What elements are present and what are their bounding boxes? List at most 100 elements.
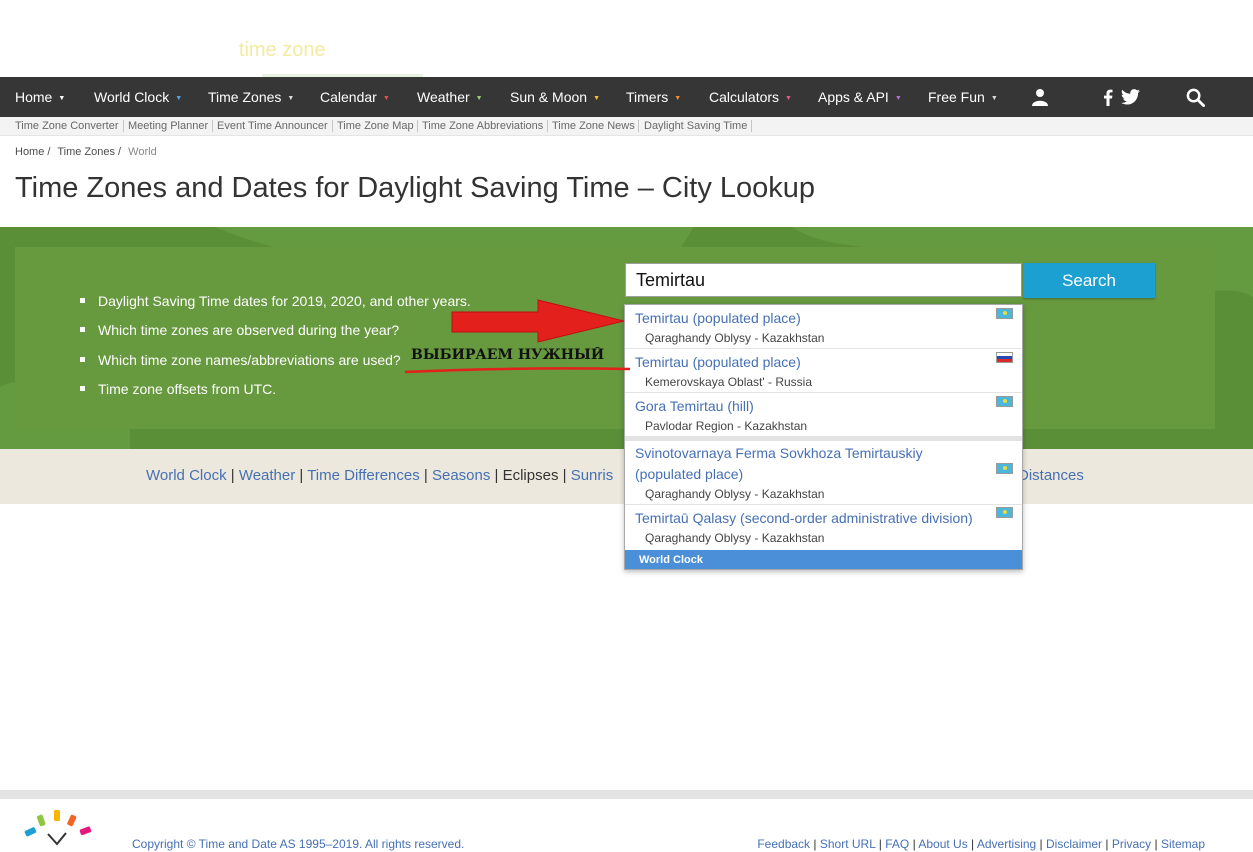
footer-link-privacy[interactable]: Privacy [1112,837,1151,851]
caret-down-icon: ▼ [785,95,792,102]
kazakhstan-flag-icon [996,308,1013,319]
footer-link-short-url[interactable]: Short URL [820,837,876,851]
search-button[interactable]: Search [1023,263,1155,298]
annotation-label: ВЫБИРАЕМ НУЖНЫЙ [411,347,605,363]
nav-world-clock[interactable]: World Clock ▼ [94,77,182,117]
footer-link-feedback[interactable]: Feedback [757,837,810,851]
breadcrumb: Home / Time Zones / World [15,146,161,158]
result-name: Temirtau (populated place) [635,310,801,326]
link-world-clock[interactable]: World Clock [146,467,227,484]
list-item: Time zone offsets from UTC. [80,381,276,397]
list-item: Which time zones are observed during the… [80,322,399,338]
breadcrumb-time-zones[interactable]: Time Zones / [57,146,121,158]
list-item-text: Which time zones are observed during the… [98,322,400,338]
search-icon[interactable] [1184,77,1206,117]
kazakhstan-flag-icon [996,396,1013,407]
caret-down-icon: ▼ [894,95,902,102]
caret-down-icon: ▼ [674,95,682,102]
nav-label: World Clock [94,89,170,105]
caret-down-icon: ▼ [58,95,66,102]
footer-divider [0,790,1253,799]
subnav-time-zone-map[interactable]: Time Zone Map [337,120,414,132]
link-weather[interactable]: Weather [239,467,295,484]
nav-calendar[interactable]: Calendar ▼ [320,77,390,117]
subnav-daylight-saving-time[interactable]: Daylight Saving Time [644,120,747,132]
autocomplete-result[interactable]: Temirtau (populated place) Qaraghandy Ob… [625,305,1022,349]
result-region: Qaraghandy Oblysy - Kazakhstan [645,531,825,545]
footer-link-about-us[interactable]: About Us [918,837,967,851]
bullet-icon [80,298,85,303]
subnav-meeting-planner[interactable]: Meeting Planner [128,120,208,132]
list-item-text: Which time zone names/abbreviations are … [98,352,401,368]
link-time-differences[interactable]: Time Differences [307,467,420,484]
divider [547,120,548,132]
result-region: Qaraghandy Oblysy - Kazakhstan [645,331,825,345]
result-name: Temirtaū Qalasy (second-order administra… [635,510,973,526]
caret-down-icon: ▼ [593,95,600,102]
result-name: Temirtau (populated place) [635,354,801,370]
kazakhstan-flag-icon [996,507,1013,518]
footer-links: Feedback | Short URL | FAQ | About Us | … [757,837,1205,851]
subnav-time-zone-converter[interactable]: Time Zone Converter [15,120,119,132]
nav-weather[interactable]: Weather ▼ [417,77,483,117]
autocomplete-result[interactable]: Svinotovarnaya Ferma Sovkhoza Temirtausk… [625,441,1022,505]
nav-free-fun[interactable]: Free Fun ▼ [928,77,998,117]
annotation-arrow-icon [404,299,630,374]
breadcrumb-home[interactable]: Home / [15,146,50,158]
twitter-icon[interactable] [1119,77,1141,117]
nav-label: Apps & API [818,89,889,105]
hero-title-highlight: time zone [238,39,326,61]
hero-title: Search for a city's time zone: [75,39,331,62]
footer-link-sitemap[interactable]: Sitemap [1161,837,1205,851]
autocomplete-result[interactable]: Gora Temirtau (hill) Pavlodar Region - K… [625,393,1022,437]
divider [332,120,333,132]
nav-apps-api[interactable]: Apps & API ▼ [818,77,902,117]
nav-home[interactable]: Home ▼ [15,77,65,117]
nav-time-zones[interactable]: Time Zones ▼ [208,77,294,117]
subnav-event-time-announcer[interactable]: Event Time Announcer [217,120,328,132]
divider [123,120,124,132]
link-seasons[interactable]: Seasons [432,467,490,484]
quick-links: World Clock | Weather | Time Differences… [146,467,614,484]
nav-calculators[interactable]: Calculators ▼ [709,77,792,117]
link-sunrise[interactable]: Sunris [571,467,614,484]
divider [638,120,639,132]
timeanddate-logo-icon [24,810,92,846]
nav-label: Weather [417,89,470,105]
caret-down-icon: ▼ [287,95,295,102]
sub-nav: Time Zone Converter Meeting Planner Even… [0,117,1253,136]
nav-label: Calculators [709,89,780,105]
caret-down-icon: ▼ [475,95,483,102]
nav-label: Timers [626,89,669,105]
nav-label: Free Fun [928,89,985,105]
bullet-icon [80,386,85,391]
footer-link-disclaimer[interactable]: Disclaimer [1046,837,1102,851]
breadcrumb-current: World [128,146,157,158]
nav-timers[interactable]: Timers ▼ [626,77,681,117]
autocomplete-result[interactable]: Temirtau (populated place) Kemerovskaya … [625,349,1022,393]
bullet-icon [80,327,85,332]
kazakhstan-flag-icon [996,463,1013,474]
footer-link-advertising[interactable]: Advertising [977,837,1036,851]
result-region: Qaraghandy Oblysy - Kazakhstan [645,487,825,501]
facebook-icon[interactable] [1101,77,1115,117]
result-name: Gora Temirtau (hill) [635,398,754,414]
city-search-input[interactable] [625,263,1022,297]
dropdown-footer[interactable]: World Clock [625,550,1022,569]
subnav-time-zone-abbreviations[interactable]: Time Zone Abbreviations [422,120,543,132]
subnav-time-zone-news[interactable]: Time Zone News [552,120,635,132]
nav-label: Calendar [320,89,377,105]
user-icon[interactable] [1028,77,1052,117]
page-title: Time Zones and Dates for Daylight Saving… [15,172,816,204]
autocomplete-result[interactable]: Temirtaū Qalasy (second-order administra… [625,505,1022,549]
link-distances[interactable]: Distances [1018,467,1084,484]
nav-sun-moon[interactable]: Sun & Moon ▼ [510,77,600,117]
nav-label: Time Zones [208,89,282,105]
result-name: Svinotovarnaya Ferma Sovkhoza Temirtausk… [635,445,923,482]
result-region: Pavlodar Region - Kazakhstan [645,419,808,433]
list-item-text: Time zone offsets from UTC. [98,381,277,397]
result-region: Kemerovskaya Oblast' - Russia [645,375,813,389]
divider [212,120,213,132]
caret-down-icon: ▼ [175,95,183,102]
footer-link-faq[interactable]: FAQ [885,837,909,851]
